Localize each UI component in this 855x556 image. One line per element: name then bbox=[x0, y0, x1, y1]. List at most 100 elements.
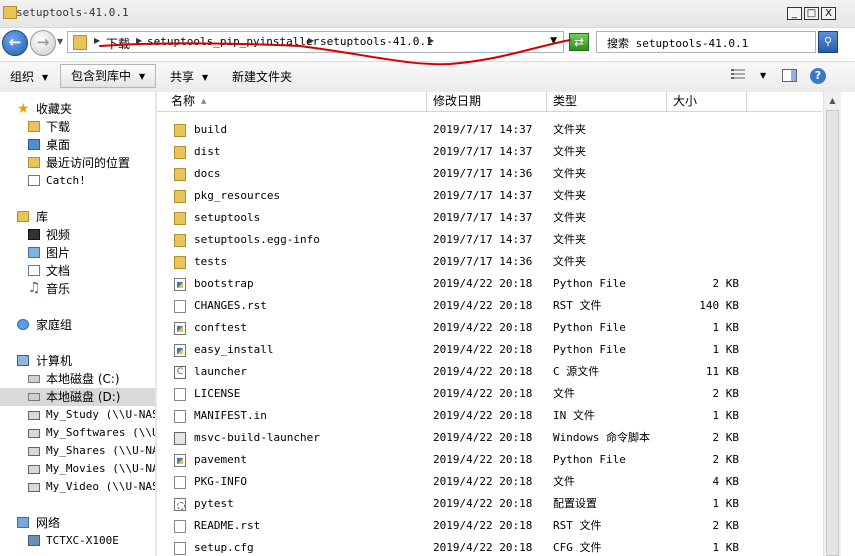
file-row-pkg-resources[interactable]: pkg_resources 2019/7/17 14:37 文件夹 bbox=[157, 185, 822, 207]
file-type: Python File bbox=[553, 343, 626, 356]
nav-homegroup[interactable]: 家庭组 bbox=[0, 316, 155, 334]
nav-label: 计算机 bbox=[36, 354, 73, 368]
file-size: 1 KB bbox=[712, 321, 740, 334]
file-row-tests[interactable]: tests 2019/7/17 14:36 文件夹 bbox=[157, 251, 822, 273]
downloads-folder-icon bbox=[28, 121, 40, 132]
file-row-docs[interactable]: docs 2019/7/17 14:36 文件夹 bbox=[157, 163, 822, 185]
organize-label: 组织 bbox=[10, 70, 35, 84]
file-row-setuptools-egg-info[interactable]: setuptools.egg-info 2019/7/17 14:37 文件夹 bbox=[157, 229, 822, 251]
file-name: bootstrap bbox=[194, 277, 254, 290]
file-size: 2 KB bbox=[712, 387, 740, 400]
file-row-launcher[interactable]: Clauncher 2019/4/22 20:18 C 源文件 11 KB bbox=[157, 361, 822, 383]
file-row-pytest[interactable]: pytest 2019/4/22 20:18 配置设置 1 KB bbox=[157, 493, 822, 515]
nav-item-catch[interactable]: Catch! bbox=[0, 172, 155, 190]
file-type: 文件夹 bbox=[553, 255, 586, 268]
column-header-size[interactable]: 大小 bbox=[667, 92, 747, 111]
nav-libraries[interactable]: 库 bbox=[0, 208, 155, 226]
view-options-dropdown[interactable]: ▼ bbox=[760, 71, 766, 80]
csrc-file-icon: C bbox=[174, 366, 186, 379]
file-date: 2019/4/22 20:18 bbox=[433, 519, 533, 532]
file-list: 名称 ▲ 修改日期 类型 大小 build 2019/7/17 14:37 文件夹 di… bbox=[157, 92, 855, 556]
file-row-setup-cfg[interactable]: setup.cfg 2019/4/22 20:18 CFG 文件 1 KB bbox=[157, 537, 822, 556]
file-size: 2 KB bbox=[712, 431, 740, 444]
file-type: 配置设置 bbox=[553, 497, 597, 510]
nav-item-drive-c[interactable]: 本地磁盘 (C:) bbox=[0, 370, 155, 388]
nav-item-my-shares[interactable]: My_Shares (\\U-NAS bbox=[0, 442, 155, 460]
nav-item-my-video[interactable]: My_Video (\\U-NAS) bbox=[0, 478, 155, 496]
nav-computer[interactable]: 计算机 bbox=[0, 352, 155, 370]
share-menu[interactable]: 共享 ▼ bbox=[170, 68, 208, 85]
file-row-setuptools[interactable]: setuptools 2019/7/17 14:37 文件夹 bbox=[157, 207, 822, 229]
nav-item-recent-places[interactable]: 最近访问的位置 bbox=[0, 154, 155, 172]
file-row-pavement[interactable]: pavement 2019/4/22 20:18 Python File 2 KB bbox=[157, 449, 822, 471]
file-type: 文件 bbox=[553, 475, 575, 488]
file-row-pkg-info[interactable]: PKG-INFO 2019/4/22 20:18 文件 4 KB bbox=[157, 471, 822, 493]
nav-item-desktop[interactable]: 桌面 bbox=[0, 136, 155, 154]
column-label: 大小 bbox=[673, 94, 698, 108]
file-row-dist[interactable]: dist 2019/7/17 14:37 文件夹 bbox=[157, 141, 822, 163]
file-size: 2 KB bbox=[712, 277, 740, 290]
nav-item-my-study[interactable]: My_Study (\\U-NAS bbox=[0, 406, 155, 424]
file-type: CFG 文件 bbox=[553, 541, 602, 554]
nav-label: 家庭组 bbox=[36, 318, 73, 332]
file-name: docs bbox=[194, 167, 221, 180]
file-name: CHANGES.rst bbox=[194, 299, 267, 312]
organize-menu[interactable]: 组织 ▼ bbox=[10, 68, 48, 85]
file-row-conftest[interactable]: conftest 2019/4/22 20:18 Python File 1 KB bbox=[157, 317, 822, 339]
nav-favorites[interactable]: ★ 收藏夹 bbox=[0, 100, 155, 118]
file-row-easy-install[interactable]: easy_install 2019/4/22 20:18 Python File 1 … bbox=[157, 339, 822, 361]
file-date: 2019/4/22 20:18 bbox=[433, 475, 533, 488]
file-name: PKG-INFO bbox=[194, 475, 247, 488]
pictures-icon bbox=[28, 247, 40, 258]
nav-item-downloads[interactable]: 下载 bbox=[0, 118, 155, 136]
file-size: 1 KB bbox=[712, 343, 740, 356]
change-view-button[interactable] bbox=[731, 69, 745, 81]
file-row-license[interactable]: LICENSE 2019/4/22 20:18 文件 2 KB bbox=[157, 383, 822, 405]
file-date: 2019/7/17 14:37 bbox=[433, 211, 533, 224]
network-drive-icon bbox=[28, 411, 40, 420]
file-type: Python File bbox=[553, 453, 626, 466]
nav-item-drive-d[interactable]: 本地磁盘 (D:) bbox=[0, 388, 155, 406]
column-header-modified[interactable]: 修改日期 bbox=[427, 92, 547, 111]
file-type: RST 文件 bbox=[553, 519, 602, 532]
file-name: easy_install bbox=[194, 343, 274, 356]
column-header-type[interactable]: 类型 bbox=[547, 92, 667, 111]
column-header-name[interactable]: 名称 ▲ bbox=[165, 92, 427, 111]
vertical-scrollbar[interactable]: ▲ bbox=[823, 92, 841, 556]
file-row-bootstrap[interactable]: bootstrap 2019/4/22 20:18 Python File 2 KB bbox=[157, 273, 822, 295]
column-label: 名称 bbox=[171, 94, 196, 108]
nav-item-my-movies[interactable]: My_Movies (\\U-NAS bbox=[0, 460, 155, 478]
nav-item-music[interactable]: ♫ 音乐 bbox=[0, 280, 155, 298]
file-type: 文件夹 bbox=[553, 145, 586, 158]
file-date: 2019/7/17 14:37 bbox=[433, 123, 533, 136]
preview-pane-button[interactable] bbox=[782, 69, 797, 82]
file-date: 2019/4/22 20:18 bbox=[433, 541, 533, 554]
nav-label: My_Movies (\\U-NAS bbox=[46, 462, 155, 475]
file-name: tests bbox=[194, 255, 228, 268]
nav-label: 收藏夹 bbox=[36, 102, 73, 116]
file-date: 2019/7/17 14:37 bbox=[433, 189, 533, 202]
file-row-readme-rst[interactable]: README.rst 2019/4/22 20:18 RST 文件 2 KB bbox=[157, 515, 822, 537]
nav-label: 最近访问的位置 bbox=[46, 156, 131, 170]
new-folder-button[interactable]: 新建文件夹 bbox=[232, 68, 292, 85]
nav-item-documents[interactable]: 文档 bbox=[0, 262, 155, 280]
nav-label: 桌面 bbox=[46, 138, 71, 152]
file-row-manifest-in[interactable]: MANIFEST.in 2019/4/22 20:18 IN 文件 1 KB bbox=[157, 405, 822, 427]
file-type: 文件夹 bbox=[553, 123, 586, 136]
drive-icon bbox=[28, 375, 40, 383]
scrollbar-thumb[interactable] bbox=[826, 110, 839, 556]
nav-item-my-softwares[interactable]: My_Softwares (\\U- bbox=[0, 424, 155, 442]
sort-up-icon: ▲ bbox=[201, 97, 207, 105]
help-button[interactable]: ? bbox=[810, 68, 826, 84]
nav-network[interactable]: 网络 bbox=[0, 514, 155, 532]
nav-item-pictures[interactable]: 图片 bbox=[0, 244, 155, 262]
column-header-row: 名称 ▲ 修改日期 类型 大小 bbox=[157, 92, 822, 112]
file-type: Python File bbox=[553, 277, 626, 290]
file-row-changes-rst[interactable]: CHANGES.rst 2019/4/22 20:18 RST 文件 140 KB bbox=[157, 295, 822, 317]
file-row-msvc-build-launcher[interactable]: msvc-build-launcher 2019/4/22 20:18 Window… bbox=[157, 427, 822, 449]
nav-item-tctxc[interactable]: TCTXC-X100E bbox=[0, 532, 155, 550]
recent-places-icon bbox=[28, 157, 40, 168]
scroll-up-button[interactable]: ▲ bbox=[824, 92, 841, 109]
nav-item-videos[interactable]: 视频 bbox=[0, 226, 155, 244]
file-row-build[interactable]: build 2019/7/17 14:37 文件夹 bbox=[157, 119, 822, 141]
